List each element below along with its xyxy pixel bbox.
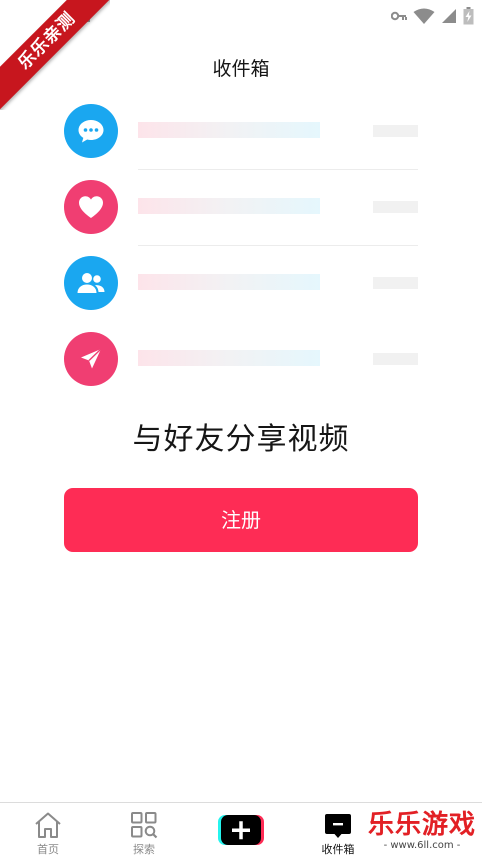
battery-charging-icon (463, 7, 474, 25)
inbox-icon (325, 814, 351, 838)
placeholder-time-stub (373, 201, 418, 213)
key-icon (391, 11, 407, 21)
inbox-row-followers (64, 256, 418, 310)
watermark-logo-text: 乐乐游戏 (367, 810, 476, 840)
share-headline: 与好友分享视频 (132, 422, 350, 457)
inbox-row-mentions (64, 332, 418, 386)
placeholder-text-bar (138, 122, 320, 138)
placeholder-time-stub (373, 125, 418, 137)
inbox-row-messages (64, 104, 418, 158)
signal-icon (442, 9, 456, 23)
watermark-url: - www.6ll.com - (383, 840, 461, 851)
divider (138, 245, 418, 246)
placeholder-text-bar (138, 350, 320, 366)
tab-home[interactable]: 首页 (13, 803, 83, 858)
people-icon (64, 256, 118, 310)
discover-icon (131, 812, 158, 839)
wifi-icon (413, 8, 435, 24)
placeholder-time-stub (373, 277, 418, 289)
tab-home-label: 首页 (37, 843, 59, 856)
status-icons (391, 7, 474, 25)
tab-inbox[interactable]: 收件箱 (303, 803, 373, 858)
divider (138, 169, 418, 170)
create-plus-icon (218, 815, 264, 845)
placeholder-text-bar (138, 274, 320, 290)
page-title: 收件箱 (212, 58, 270, 80)
tab-inbox-label: 收件箱 (321, 843, 355, 856)
create-button[interactable] (218, 815, 264, 845)
placeholder-time-stub (373, 353, 418, 365)
send-icon (64, 332, 118, 386)
register-button[interactable]: 注册 (64, 488, 418, 552)
tab-discover-label: 探索 (133, 843, 155, 856)
chat-bubble-icon (64, 104, 118, 158)
inbox-row-likes (64, 180, 418, 234)
watermark-logo: 乐乐游戏 - www.6ll.com - (366, 810, 478, 856)
tab-discover[interactable]: 探索 (109, 803, 179, 858)
heart-icon (64, 180, 118, 234)
home-icon (35, 812, 61, 838)
placeholder-text-bar (138, 198, 320, 214)
